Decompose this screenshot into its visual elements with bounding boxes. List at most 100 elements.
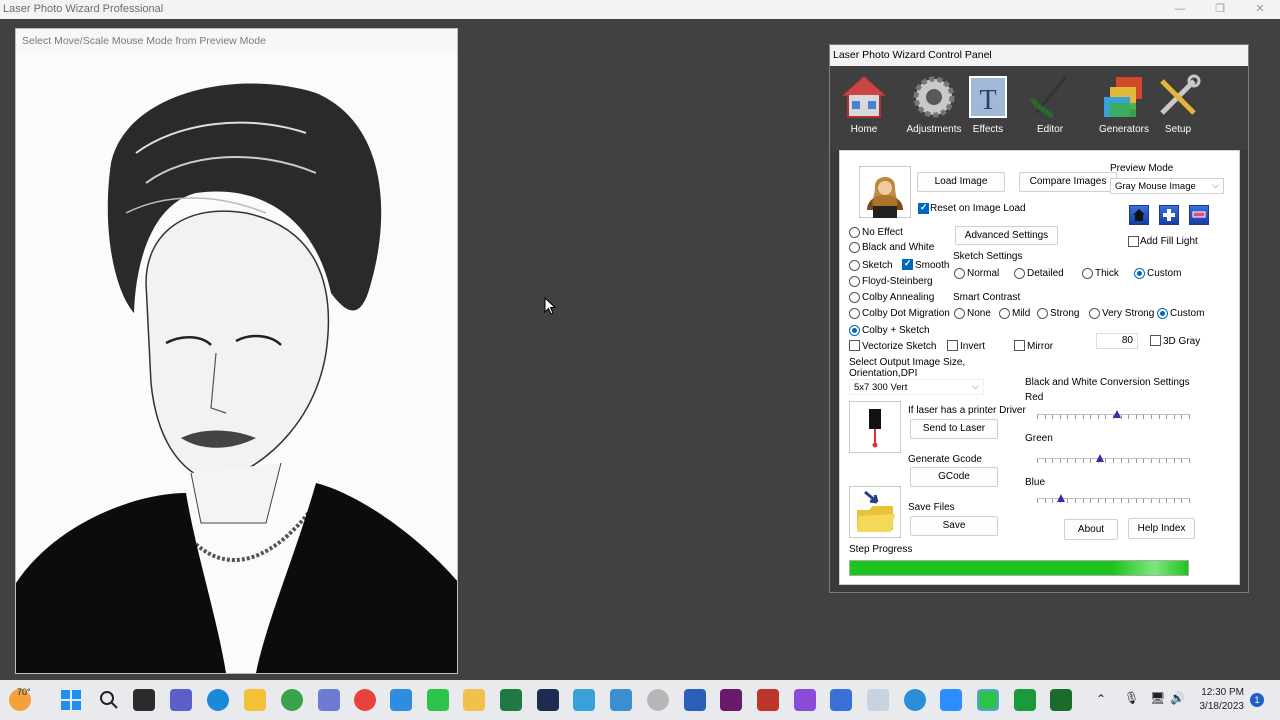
notepad-icon[interactable] [867, 689, 889, 711]
word-icon[interactable] [684, 689, 706, 711]
mirror-checkbox[interactable] [1014, 340, 1025, 351]
sketch-detailed-radio[interactable] [1014, 268, 1025, 279]
portrait-thumbnail-icon[interactable] [859, 166, 911, 218]
control-panel-title: Laser Photo Wizard Control Panel [833, 49, 992, 61]
laser-app-icon[interactable] [427, 689, 449, 711]
browser-icon[interactable] [904, 689, 926, 711]
advanced-settings-button[interactable]: Advanced Settings [955, 226, 1058, 245]
green-slider[interactable] [1037, 454, 1190, 466]
toolbar-effects[interactable]: T Effects [958, 73, 1018, 135]
maps-icon[interactable] [281, 689, 303, 711]
help-index-button[interactable]: Help Index [1128, 518, 1195, 539]
save-folder-icon[interactable] [849, 486, 901, 538]
vectorize-sketch-checkbox[interactable] [849, 340, 860, 351]
app-icon-green[interactable] [1014, 689, 1036, 711]
toolbar-generators[interactable]: Generators [1094, 73, 1154, 135]
3d-gray-checkbox[interactable] [1150, 335, 1161, 346]
microphone-icon[interactable]: 🎙 [1124, 691, 1139, 705]
generate-gcode-label: Generate Gcode [908, 454, 982, 465]
preview-mode-select[interactable]: Gray Mouse Image ⌵ [1110, 178, 1224, 194]
smart-contrast-label: Smart Contrast [953, 292, 1021, 303]
clock-date[interactable]: 3/18/2023 [1190, 701, 1245, 712]
laser-photo-wizard-icon[interactable] [977, 689, 999, 711]
add-fill-light-checkbox[interactable] [1128, 236, 1139, 247]
contrast-none-radio[interactable] [954, 308, 965, 319]
sketch-radio[interactable] [849, 260, 860, 271]
slider-thumb[interactable] [1057, 494, 1065, 502]
remote-desktop-icon[interactable] [610, 689, 632, 711]
red-slider[interactable] [1037, 410, 1190, 422]
calculator-icon[interactable] [390, 689, 412, 711]
preview-panel[interactable]: Select Move/Scale Mouse Mode from Previe… [15, 28, 458, 674]
control-panel-titlebar[interactable]: Laser Photo Wizard Control Panel [830, 45, 1248, 66]
toolbar-setup[interactable]: Setup [1148, 73, 1208, 135]
slider-tick [1166, 499, 1167, 503]
chrome-icon[interactable] [354, 689, 376, 711]
slider-thumb[interactable] [1113, 410, 1121, 418]
load-image-button[interactable]: Load Image [917, 172, 1005, 192]
colby-sketch-radio[interactable] [849, 325, 860, 336]
no-effect-radio[interactable] [849, 227, 860, 238]
close-icon[interactable]: ✕ [1250, 1, 1270, 17]
excel-icon[interactable] [500, 689, 522, 711]
sketch-thick-label: Thick [1095, 268, 1119, 279]
about-button[interactable]: About [1064, 519, 1118, 540]
teams-icon[interactable] [170, 689, 192, 711]
colby-dot-migration-radio[interactable] [849, 308, 860, 319]
clock-time[interactable]: 12:30 PM [1190, 687, 1244, 698]
visual-studio-icon[interactable] [794, 689, 816, 711]
sketch-custom-radio[interactable] [1134, 268, 1145, 279]
zoom-out-button[interactable] [1189, 205, 1209, 225]
compare-images-button[interactable]: Compare Images [1019, 172, 1117, 192]
home-view-button[interactable] [1129, 205, 1149, 225]
windows-start-icon[interactable] [60, 689, 82, 711]
toolbar-adjustments[interactable]: Adjustments [904, 73, 964, 135]
volume-icon[interactable]: 🔊 [1170, 691, 1185, 705]
sketch-thick-radio[interactable] [1082, 268, 1093, 279]
zoom-icon[interactable] [940, 689, 962, 711]
slider-tick [1136, 499, 1137, 503]
zoom-in-button[interactable] [1159, 205, 1179, 225]
restore-icon[interactable]: ❐ [1210, 1, 1230, 17]
photos-icon[interactable] [318, 689, 340, 711]
folder-icon[interactable] [463, 689, 485, 711]
toolbar-home[interactable]: Home [834, 73, 894, 135]
tray-overflow-icon[interactable]: ⌃ [1096, 692, 1106, 706]
black-white-radio[interactable] [849, 242, 860, 253]
contrast-mild-radio[interactable] [999, 308, 1010, 319]
cad-icon[interactable] [537, 689, 559, 711]
utility-icon[interactable] [647, 689, 669, 711]
output-size-select[interactable]: 5x7 300 Vert ⌵ [849, 379, 984, 395]
reset-on-load-checkbox[interactable] [918, 202, 929, 214]
gray-value-input[interactable]: 80 [1096, 333, 1138, 349]
sketch-portrait-image[interactable] [16, 53, 458, 674]
tool-icon[interactable] [573, 689, 595, 711]
send-to-laser-button[interactable]: Send to Laser [910, 419, 998, 439]
floyd-steinberg-radio[interactable] [849, 276, 860, 287]
output-size-label: Select Output Image Size, Orientation,DP… [849, 357, 966, 379]
blue-slider[interactable] [1037, 494, 1190, 506]
contrast-strong-radio[interactable] [1037, 308, 1048, 319]
file-explorer-icon[interactable] [244, 689, 266, 711]
setup-app-icon[interactable] [830, 689, 852, 711]
media-icon[interactable] [720, 689, 742, 711]
sketch-normal-radio[interactable] [954, 268, 965, 279]
network-icon[interactable]: 🖥 [1150, 691, 1165, 705]
colby-annealing-radio[interactable] [849, 292, 860, 303]
gcode-button[interactable]: GCode [910, 467, 998, 487]
filezilla-icon[interactable] [757, 689, 779, 711]
contrast-very-strong-radio[interactable] [1089, 308, 1100, 319]
laser-device-icon[interactable] [849, 401, 901, 453]
toolbar-editor[interactable]: Editor [1020, 73, 1080, 135]
edge-icon[interactable] [207, 689, 229, 711]
app-icon-dark-green[interactable] [1050, 689, 1072, 711]
invert-checkbox[interactable] [947, 340, 958, 351]
search-icon[interactable] [98, 689, 120, 711]
minimize-icon[interactable]: — [1170, 1, 1190, 17]
contrast-custom-radio[interactable] [1157, 308, 1168, 319]
smooth-checkbox[interactable] [902, 258, 913, 270]
notification-badge[interactable]: 1 [1250, 693, 1264, 707]
task-view-icon[interactable] [133, 689, 155, 711]
slider-thumb[interactable] [1096, 454, 1104, 462]
save-button[interactable]: Save [910, 516, 998, 536]
